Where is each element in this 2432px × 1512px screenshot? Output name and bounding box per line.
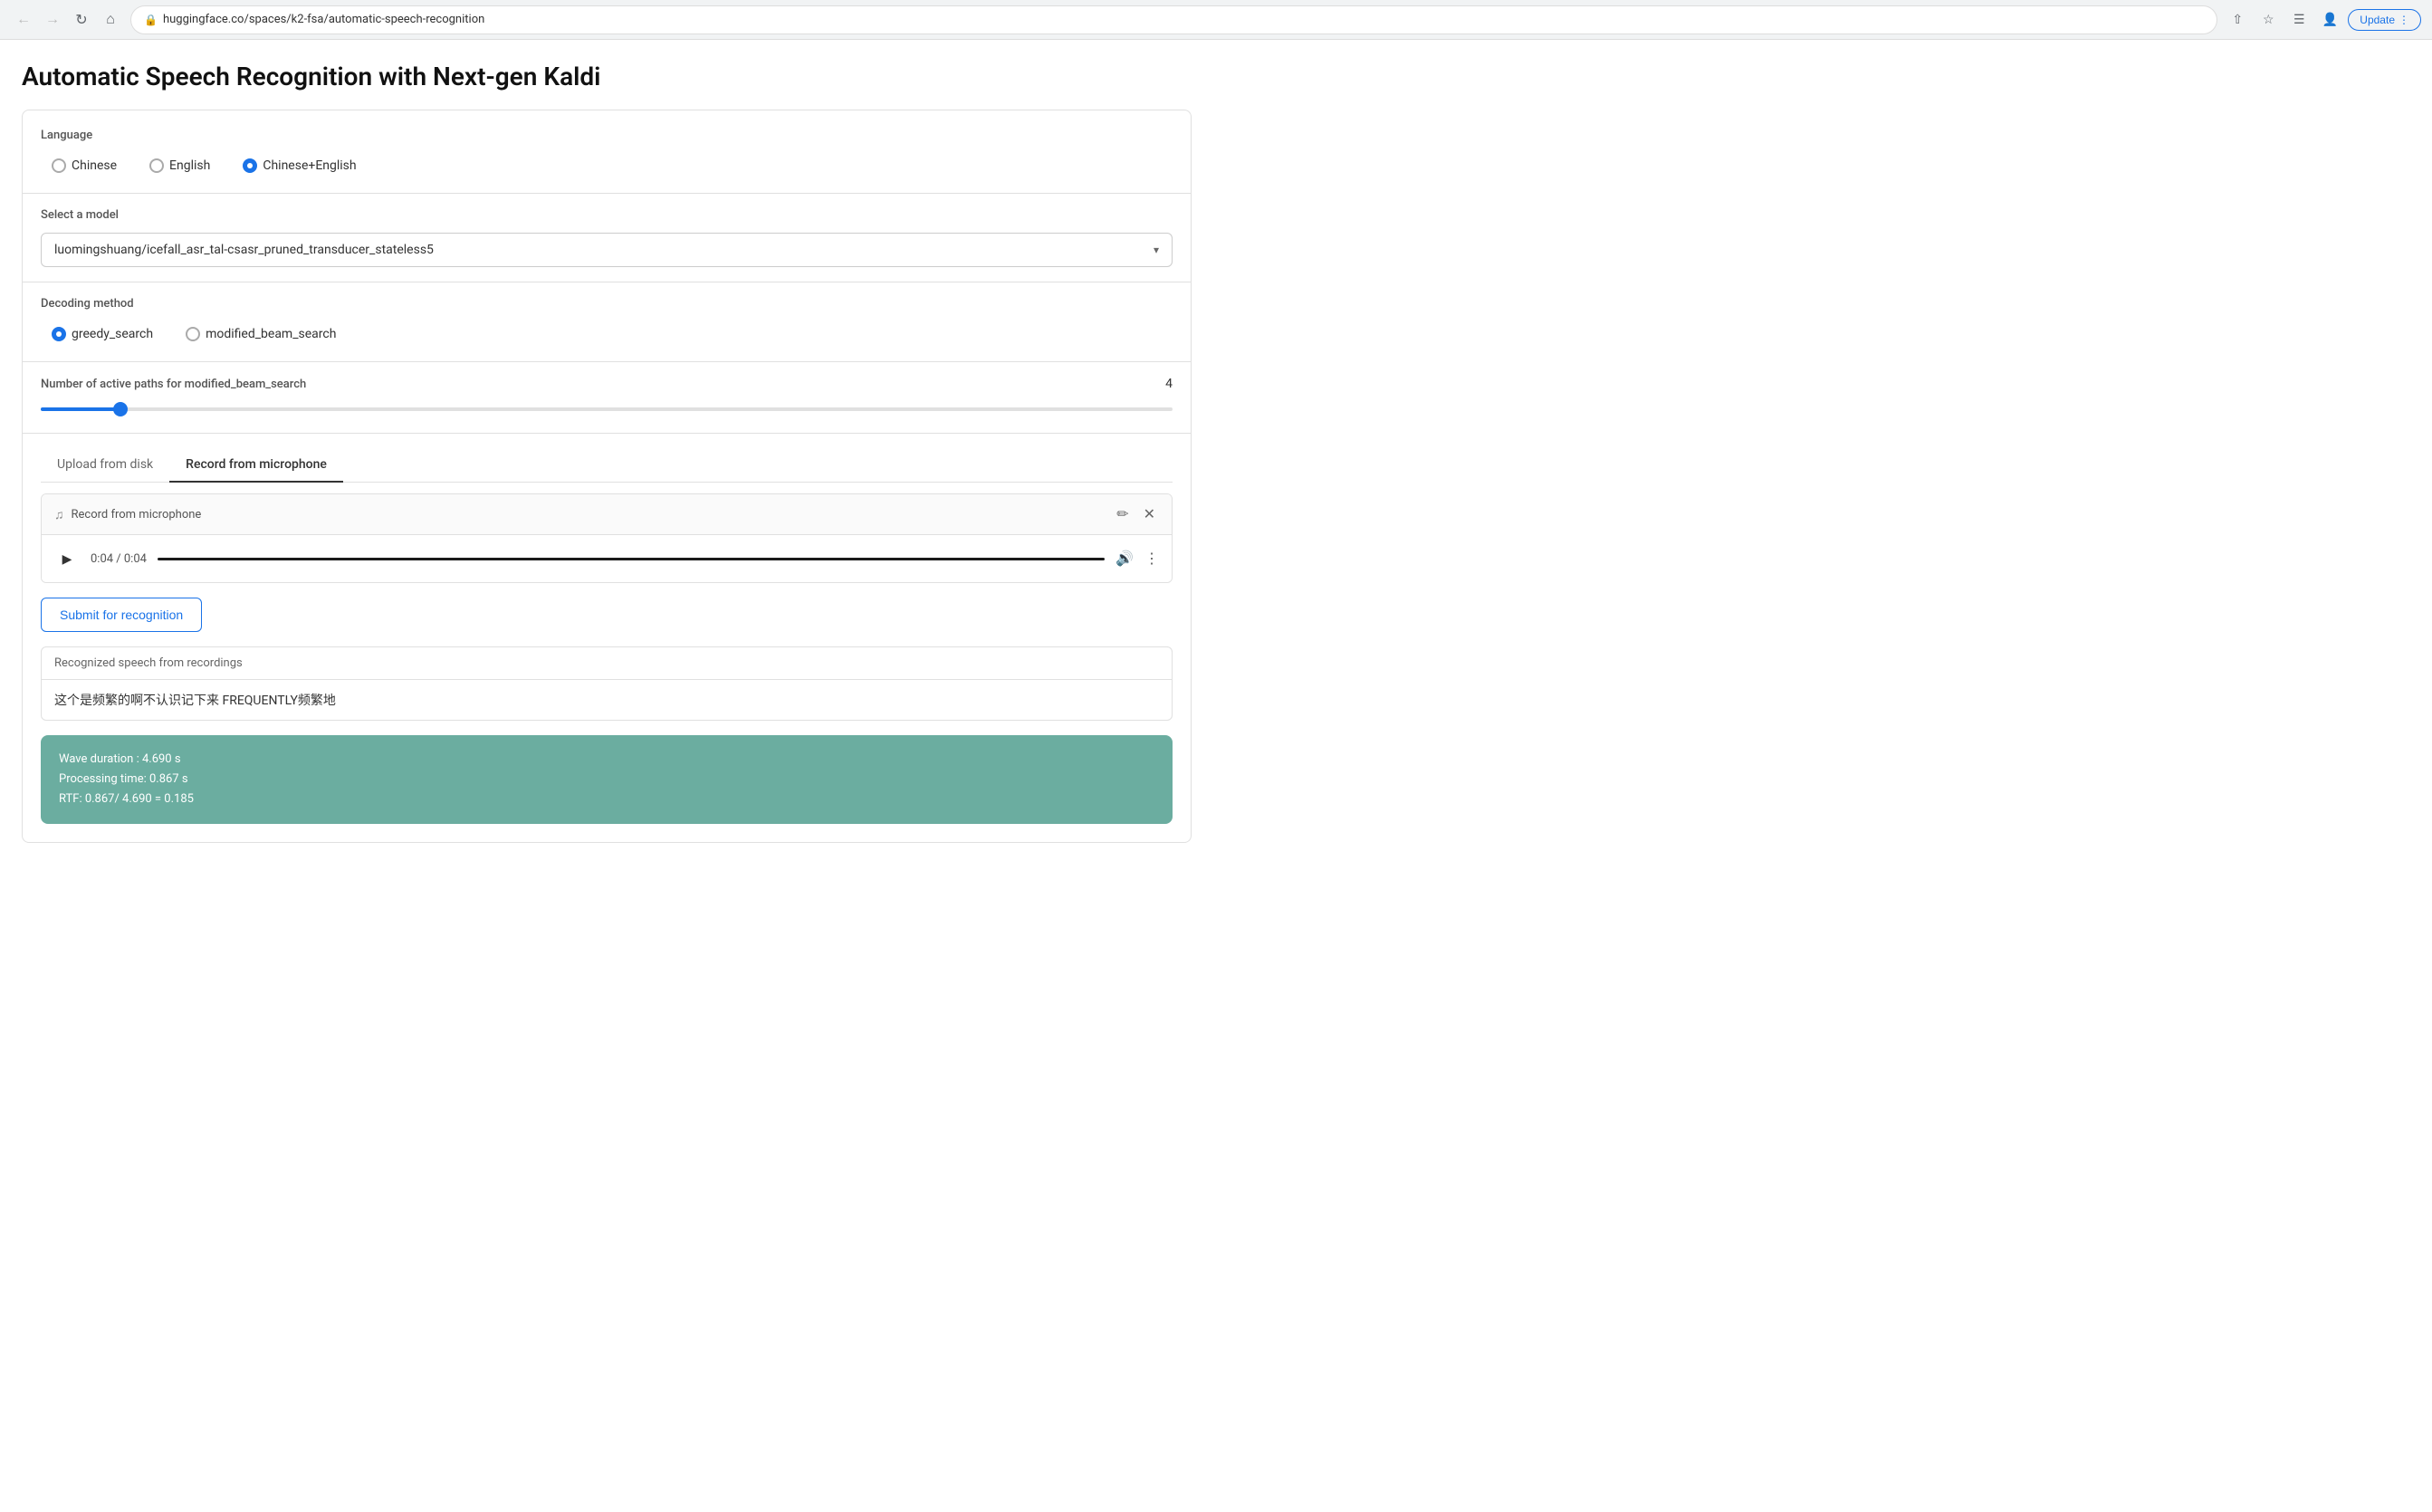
forward-button[interactable]: → — [40, 7, 65, 33]
radio-option-greedy[interactable]: greedy_search — [41, 321, 164, 347]
recognized-text: 这个是频繁的啊不认识记下来 FREQUENTLY频繁地 — [42, 680, 1172, 720]
rtf-stat: RTF: 0.867/ 4.690 = 0.185 — [59, 789, 1154, 809]
model-section: Select a model luomingshuang/icefall_asr… — [41, 208, 1173, 267]
home-button[interactable]: ⌂ — [98, 7, 123, 33]
beam-paths-slider[interactable] — [41, 400, 1173, 418]
tab-upload[interactable]: Upload from disk — [41, 448, 169, 483]
back-button[interactable]: ← — [11, 7, 36, 33]
audio-progress-track[interactable] — [158, 558, 1105, 560]
model-label: Select a model — [41, 208, 1173, 222]
close-button[interactable]: ✕ — [1140, 503, 1159, 525]
more-options-button[interactable]: ⋮ — [1144, 550, 1159, 568]
browser-chrome: ← → ↻ ⌂ 🔒 huggingface.co/spaces/k2-fsa/a… — [0, 0, 2432, 40]
lock-icon: 🔒 — [144, 14, 158, 26]
volume-icon: 🔊 — [1115, 551, 1134, 567]
radio-circle-beam — [186, 327, 200, 341]
decoding-radio-group: greedy_search modified_beam_search — [41, 321, 1173, 347]
divider-1 — [23, 193, 1191, 194]
audio-recorder-title: ♫ Record from microphone — [54, 507, 201, 522]
radio-label-beam: modified_beam_search — [206, 327, 336, 341]
address-bar[interactable]: 🔒 huggingface.co/spaces/k2-fsa/automatic… — [130, 5, 2217, 34]
model-selected-value: luomingshuang/icefall_asr_tal-csasr_prun… — [54, 243, 434, 257]
recognized-section: Recognized speech from recordings 这个是频繁的… — [41, 646, 1173, 721]
audio-header-actions: ✏ ✕ — [1113, 503, 1159, 525]
volume-button[interactable]: 🔊 — [1115, 550, 1134, 568]
browser-actions: ⇧ ☆ ☰ 👤 Update ⋮ — [2225, 7, 2421, 33]
model-select[interactable]: luomingshuang/icefall_asr_tal-csasr_prun… — [41, 233, 1173, 267]
music-icon: ♫ — [54, 507, 64, 522]
audio-player: ▶ 0:04 / 0:04 🔊 ⋮ — [42, 535, 1172, 582]
play-button[interactable]: ▶ — [54, 546, 80, 571]
beam-paths-value: 4 — [1154, 377, 1173, 391]
radio-circle-chinese-english — [243, 158, 257, 173]
wave-duration-stat: Wave duration : 4.690 s — [59, 750, 1154, 770]
radio-option-chinese-english[interactable]: Chinese+English — [232, 153, 367, 178]
page-content: Automatic Speech Recognition with Next-g… — [0, 40, 1213, 865]
reload-button[interactable]: ↻ — [69, 7, 94, 33]
url-text: huggingface.co/spaces/k2-fsa/automatic-s… — [163, 13, 484, 26]
divider-3 — [23, 361, 1191, 362]
edit-button[interactable]: ✏ — [1113, 503, 1132, 525]
main-card: Language Chinese English Chinese+English — [22, 110, 1192, 843]
divider-4 — [23, 433, 1191, 434]
radio-option-beam[interactable]: modified_beam_search — [175, 321, 347, 347]
language-radio-group: Chinese English Chinese+English — [41, 153, 1173, 178]
radio-label-english: English — [169, 158, 210, 173]
processing-time-stat: Processing time: 0.867 s — [59, 770, 1154, 789]
submit-button[interactable]: Submit for recognition — [41, 598, 202, 632]
radio-label-greedy: greedy_search — [72, 327, 153, 341]
slider-thumb[interactable] — [113, 402, 128, 416]
language-section: Language Chinese English Chinese+English — [41, 129, 1173, 178]
radio-label-chinese-english: Chinese+English — [263, 158, 356, 173]
tab-record[interactable]: Record from microphone — [169, 448, 343, 483]
audio-recorder-box: ♫ Record from microphone ✏ ✕ ▶ 0:04 / 0:… — [41, 493, 1173, 583]
tabs-container: Upload from disk Record from microphone — [41, 448, 1173, 483]
radio-circle-chinese — [52, 158, 66, 173]
radio-option-english[interactable]: English — [139, 153, 221, 178]
more-icon: ⋮ — [1144, 551, 1159, 567]
radio-label-chinese: Chinese — [72, 158, 117, 173]
update-button[interactable]: Update ⋮ — [2348, 9, 2421, 31]
play-icon: ▶ — [62, 551, 72, 567]
beam-paths-section: Number of active paths for modified_beam… — [41, 377, 1173, 418]
bookmark-button[interactable]: ☆ — [2255, 7, 2281, 33]
audio-recorder-header: ♫ Record from microphone ✏ ✕ — [42, 494, 1172, 535]
language-label: Language — [41, 129, 1173, 142]
stats-box: Wave duration : 4.690 s Processing time:… — [41, 735, 1173, 824]
radio-circle-english — [149, 158, 164, 173]
profile-button[interactable]: 👤 — [2317, 7, 2342, 33]
slider-track — [41, 407, 1173, 411]
chevron-down-icon: ▾ — [1154, 244, 1159, 256]
share-button[interactable]: ⇧ — [2225, 7, 2250, 33]
audio-time: 0:04 / 0:04 — [91, 552, 147, 566]
radio-circle-greedy — [52, 327, 66, 341]
nav-buttons: ← → ↻ ⌂ — [11, 7, 123, 33]
extensions-button[interactable]: ☰ — [2286, 7, 2312, 33]
radio-option-chinese[interactable]: Chinese — [41, 153, 128, 178]
recognized-header: Recognized speech from recordings — [42, 647, 1172, 680]
decoding-label: Decoding method — [41, 297, 1173, 311]
beam-paths-label: Number of active paths for modified_beam… — [41, 378, 306, 391]
page-title: Automatic Speech Recognition with Next-g… — [22, 62, 1192, 91]
audio-title-text: Record from microphone — [72, 508, 202, 522]
slider-fill — [41, 407, 120, 411]
decoding-section: Decoding method greedy_search modified_b… — [41, 297, 1173, 347]
